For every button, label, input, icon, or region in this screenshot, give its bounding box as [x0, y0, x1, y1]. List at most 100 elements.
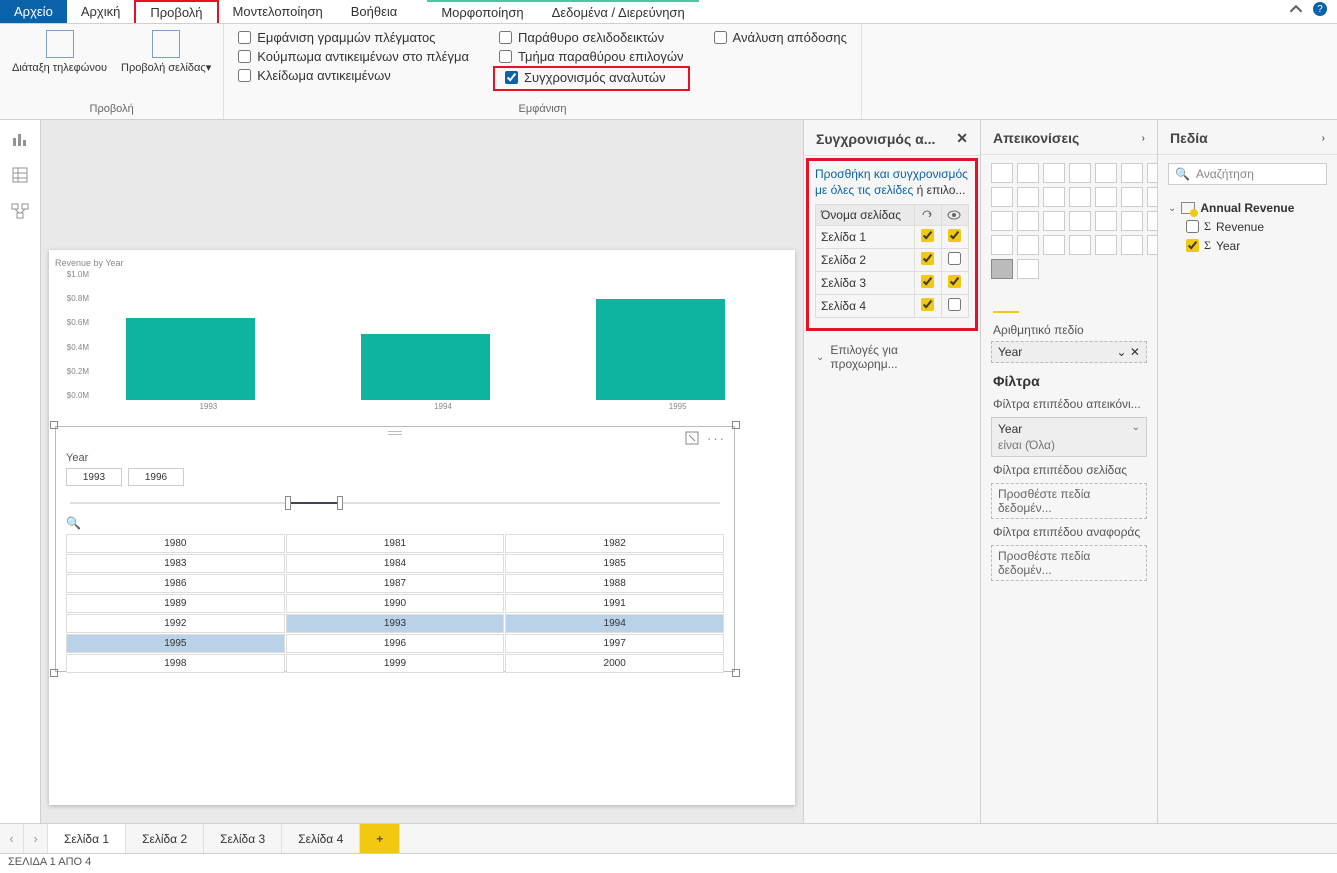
year-cell[interactable]: 1981 [286, 534, 505, 553]
year-cell[interactable]: 1997 [505, 634, 724, 653]
year-cell[interactable]: 1989 [66, 594, 285, 613]
visualization-type-icon[interactable] [1069, 211, 1091, 231]
analytics-mode-icon[interactable] [1073, 291, 1099, 313]
visible-checkbox[interactable] [948, 298, 961, 311]
visualization-type-icon[interactable] [1069, 163, 1091, 183]
year-cell[interactable]: 1995 [66, 634, 285, 653]
chart-bar[interactable] [361, 334, 490, 400]
add-page-button[interactable]: + [360, 824, 400, 853]
visualization-type-icon[interactable] [991, 187, 1013, 207]
visualization-type-icon[interactable] [991, 211, 1013, 231]
year-cell[interactable]: 1994 [505, 614, 724, 633]
slicer-from-input[interactable]: 1993 [66, 468, 122, 486]
bookmarks-checkbox[interactable]: Παράθυρο σελιδοδεικτών [493, 28, 690, 47]
report-view-icon[interactable] [11, 130, 29, 148]
visualization-type-icon[interactable] [1121, 235, 1143, 255]
year-cell[interactable]: 1999 [286, 654, 505, 673]
visualization-type-icon[interactable] [1069, 235, 1091, 255]
visible-checkbox[interactable] [948, 229, 961, 242]
lock-checkbox[interactable]: Κλείδωμα αντικειμένων [232, 66, 475, 85]
report-canvas[interactable]: Revenue by Year $1.0M $0.8M $0.6M $0.4M … [41, 120, 803, 823]
visualization-type-icon[interactable] [991, 163, 1013, 183]
year-cell[interactable]: 2000 [505, 654, 724, 673]
year-cell[interactable]: 1990 [286, 594, 505, 613]
chevron-right-icon[interactable]: › [1142, 133, 1145, 144]
slicer-to-input[interactable]: 1996 [128, 468, 184, 486]
year-cell[interactable]: 1986 [66, 574, 285, 593]
visualization-type-icon[interactable] [1095, 163, 1117, 183]
visualization-type-icon[interactable] [1095, 211, 1117, 231]
page-prev-button[interactable]: ‹ [0, 824, 24, 853]
visible-checkbox[interactable] [948, 252, 961, 265]
visualization-type-icon[interactable] [1043, 187, 1065, 207]
chevron-right-icon[interactable]: › [1322, 133, 1325, 144]
visualization-type-icon[interactable] [1121, 211, 1143, 231]
numeric-field-well[interactable]: Year ⌄ ✕ [991, 341, 1147, 363]
visualization-type-icon[interactable] [1017, 163, 1039, 183]
year-cell[interactable]: 1991 [505, 594, 724, 613]
visualization-type-icon[interactable] [1017, 187, 1039, 207]
year-cell[interactable]: 1983 [66, 554, 285, 573]
phone-layout-button[interactable]: Διάταξη τηλεφώνου [8, 28, 111, 77]
sync-checkbox[interactable] [921, 298, 934, 311]
gridlines-checkbox[interactable]: Εμφάνιση γραμμών πλέγματος [232, 28, 475, 47]
field-item[interactable]: Σ Year [1168, 236, 1327, 255]
page-tab[interactable]: Σελίδα 4 [282, 824, 360, 853]
slicer-slider[interactable] [70, 494, 720, 512]
fields-mode-icon[interactable] [993, 291, 1019, 313]
tab-home[interactable]: Αρχική [67, 0, 135, 23]
visualization-type-icon[interactable] [1069, 187, 1091, 207]
year-slicer[interactable]: ··· Year 1993 1996 🔍 1980198119821983198… [55, 426, 735, 672]
visualization-type-icon[interactable] [1017, 259, 1039, 279]
tab-file[interactable]: Αρχείο [0, 0, 67, 23]
year-cell[interactable]: 1987 [286, 574, 505, 593]
sync-checkbox[interactable] [921, 229, 934, 242]
sync-checkbox[interactable] [921, 275, 934, 288]
sync-slicers-checkbox[interactable]: Συγχρονισμός αναλυτών [499, 68, 684, 87]
field-well-remove-icon[interactable]: ⌄ ✕ [1117, 345, 1140, 359]
visualization-type-icon[interactable] [1017, 235, 1039, 255]
page-tab[interactable]: Σελίδα 3 [204, 824, 282, 853]
data-view-icon[interactable] [11, 166, 29, 184]
field-item[interactable]: Σ Revenue [1168, 217, 1327, 236]
year-cell[interactable]: 1984 [286, 554, 505, 573]
tab-help[interactable]: Βοήθεια [337, 0, 412, 23]
performance-checkbox[interactable]: Ανάλυση απόδοσης [708, 28, 853, 47]
slider-thumb-left[interactable] [285, 496, 291, 510]
visualization-type-icon[interactable] [1095, 235, 1117, 255]
visualization-type-icon[interactable] [1043, 211, 1065, 231]
visualization-type-icon[interactable] [991, 235, 1013, 255]
filter-report-add[interactable]: Προσθέστε πεδία δεδομέν... [991, 545, 1147, 581]
page-next-button[interactable]: › [24, 824, 48, 853]
year-cell[interactable]: 1998 [66, 654, 285, 673]
year-cell[interactable]: 1982 [505, 534, 724, 553]
field-checkbox[interactable] [1186, 220, 1199, 233]
fields-search-input[interactable]: 🔍 Αναζήτηση [1168, 163, 1327, 185]
year-cell[interactable]: 1980 [66, 534, 285, 553]
drag-handle-icon[interactable] [388, 431, 402, 435]
year-cell[interactable]: 1988 [505, 574, 724, 593]
page-view-button[interactable]: Προβολή σελίδας▾ [117, 28, 215, 77]
chart-bar[interactable] [596, 299, 725, 400]
visualization-type-icon[interactable] [991, 259, 1013, 279]
filter-year-card[interactable]: Year⌄ είναι (Όλα) [991, 417, 1147, 457]
page-tab[interactable]: Σελίδα 2 [126, 824, 204, 853]
visualization-type-icon[interactable] [1017, 211, 1039, 231]
year-cell[interactable]: 1992 [66, 614, 285, 633]
collapse-ribbon-icon[interactable] [1289, 2, 1303, 16]
tab-modeling[interactable]: Μοντελοποίηση [219, 0, 337, 23]
visualization-type-icon[interactable] [1121, 187, 1143, 207]
visualization-type-icon[interactable] [1043, 163, 1065, 183]
year-cell[interactable]: 1993 [286, 614, 505, 633]
year-cell[interactable]: 1985 [505, 554, 724, 573]
focus-mode-icon[interactable] [685, 431, 699, 445]
field-checkbox[interactable] [1186, 239, 1199, 252]
snap-checkbox[interactable]: Κούμπωμα αντικειμένων στο πλέγμα [232, 47, 475, 66]
revenue-chart[interactable]: Revenue by Year $1.0M $0.8M $0.6M $0.4M … [55, 258, 795, 422]
close-icon[interactable]: ✕ [956, 130, 968, 147]
year-cell[interactable]: 1996 [286, 634, 505, 653]
page-tab[interactable]: Σελίδα 1 [48, 824, 126, 853]
sync-advanced-toggle[interactable]: ⌄ Επιλογές για προχωρημ... [804, 333, 980, 381]
slider-thumb-right[interactable] [337, 496, 343, 510]
chart-bar[interactable] [126, 318, 255, 400]
